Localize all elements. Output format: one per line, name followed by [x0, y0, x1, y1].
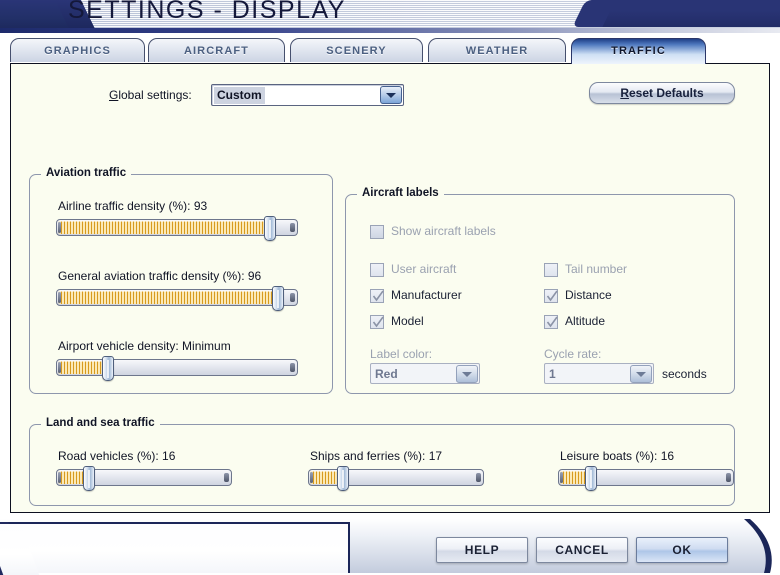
checkbox-box[interactable] — [370, 315, 384, 329]
checkbox-label: Altitude — [565, 314, 605, 328]
ships-and-ferries-label: Ships and ferries (%): 17 — [310, 449, 442, 463]
check-icon — [372, 290, 385, 303]
airport-vehicle-density-slider[interactable] — [56, 359, 298, 376]
slider-right-cap — [290, 363, 295, 372]
slider-right-cap — [290, 223, 295, 232]
slider-thumb[interactable] — [83, 466, 95, 491]
tab-graphics[interactable]: GRAPHICS — [10, 38, 145, 62]
aircraft-labels-group: Aircraft labels Show aircraft labels Use… — [345, 194, 735, 394]
general-aviation-traffic-density-label: General aviation traffic density (%): 96 — [58, 269, 261, 283]
general-aviation-traffic-density-slider[interactable] — [56, 289, 298, 306]
tab-scenery[interactable]: SCENERY — [290, 38, 423, 62]
footer-left-panel — [0, 522, 350, 573]
settings-content-panel: Global settings: Custom Reset Defaults A… — [10, 63, 770, 513]
checkbox-box[interactable] — [370, 289, 384, 303]
global-settings-label: Global settings: — [109, 88, 192, 102]
slider-left-cap — [58, 472, 61, 483]
checkbox-box[interactable] — [370, 263, 384, 277]
checkbox-box[interactable] — [544, 315, 558, 329]
slider-fill — [58, 361, 107, 374]
aircraft-labels-title: Aircraft labels — [357, 187, 444, 199]
settings-tab-strip: GRAPHICS AIRCRAFT SCENERY WEATHER TRAFFI… — [0, 38, 780, 64]
slider-left-cap — [560, 472, 563, 483]
title-bar-right-accent — [595, 0, 780, 27]
slider-thumb[interactable] — [585, 466, 597, 491]
check-icon — [546, 316, 559, 329]
land-and-sea-traffic-group: Land and sea traffic Road vehicles (%): … — [29, 424, 735, 506]
tab-traffic[interactable]: TRAFFIC — [571, 38, 706, 64]
slider-thumb[interactable] — [272, 286, 284, 311]
aviation-traffic-title: Aviation traffic — [41, 167, 131, 179]
slider-right-cap — [224, 473, 229, 482]
slider-left-cap — [58, 292, 61, 303]
reset-defaults-label: eset Defaults — [629, 86, 704, 100]
airline-traffic-density-slider[interactable] — [56, 219, 298, 236]
slider-right-cap — [726, 473, 731, 482]
cycle-rate-value: 1 — [549, 367, 556, 381]
checkbox-label: Show aircraft labels — [391, 224, 496, 238]
slider-right-cap — [476, 473, 481, 482]
road-vehicles-label: Road vehicles (%): 16 — [58, 449, 175, 463]
help-button[interactable]: HELP — [436, 537, 528, 563]
page-title: SETTINGS - DISPLAY — [68, 0, 346, 25]
ok-button[interactable]: OK — [636, 537, 728, 563]
checkbox-label: Manufacturer — [391, 288, 462, 302]
slider-fill — [58, 291, 276, 304]
window-title-bar: SETTINGS - DISPLAY — [0, 0, 780, 33]
slider-left-cap — [58, 362, 61, 373]
checkbox-box[interactable] — [544, 263, 558, 277]
leisure-boats-label: Leisure boats (%): 16 — [560, 449, 674, 463]
checkbox-label: Distance — [565, 288, 612, 302]
label-color-value: Red — [375, 367, 398, 381]
slider-fill — [58, 221, 269, 234]
slider-thumb[interactable] — [337, 466, 349, 491]
checkbox-label: Model — [391, 314, 424, 328]
slider-right-cap — [290, 293, 295, 302]
chevron-down-icon[interactable] — [456, 365, 478, 383]
tab-weather[interactable]: WEATHER — [428, 38, 566, 62]
checkbox-box[interactable] — [544, 289, 558, 303]
checkbox-box[interactable] — [370, 225, 384, 239]
checkbox-label: User aircraft — [391, 262, 456, 276]
title-bar-left-accent — [0, 0, 76, 33]
label-color-dropdown[interactable]: Red — [370, 363, 480, 384]
checkbox-label: Tail number — [565, 262, 627, 276]
label-color-label: Label color: — [370, 347, 432, 361]
airline-traffic-density-label: Airline traffic density (%): 93 — [58, 199, 207, 213]
check-icon — [546, 290, 559, 303]
slider-thumb[interactable] — [102, 356, 114, 381]
cancel-button[interactable]: CANCEL — [536, 537, 628, 563]
chevron-down-icon[interactable] — [380, 86, 402, 104]
cycle-rate-dropdown[interactable]: 1 — [544, 363, 654, 384]
leisure-boats-slider[interactable] — [558, 469, 734, 486]
ships-and-ferries-slider[interactable] — [308, 469, 484, 486]
aviation-traffic-group: Aviation traffic Airline traffic density… — [29, 174, 333, 394]
tab-aircraft[interactable]: AIRCRAFT — [148, 38, 285, 62]
slider-left-cap — [310, 472, 313, 483]
footer-curve-icon — [734, 519, 780, 573]
footer-right-accent — [734, 519, 780, 573]
check-icon — [372, 316, 385, 329]
road-vehicles-slider[interactable] — [56, 469, 232, 486]
slider-left-cap — [58, 222, 61, 233]
reset-defaults-button[interactable]: Reset Defaults — [589, 82, 735, 104]
slider-thumb[interactable] — [264, 216, 276, 241]
land-and-sea-traffic-title: Land and sea traffic — [41, 417, 160, 429]
cycle-rate-label: Cycle rate: — [544, 347, 601, 361]
global-settings-value: Custom — [214, 87, 265, 104]
chevron-down-icon[interactable] — [630, 365, 652, 383]
airport-vehicle-density-label: Airport vehicle density: Minimum — [58, 339, 231, 353]
global-settings-dropdown[interactable]: Custom — [211, 84, 404, 106]
cycle-rate-unit: seconds — [662, 367, 707, 381]
global-settings-label-text: lobal settings: — [118, 88, 191, 102]
